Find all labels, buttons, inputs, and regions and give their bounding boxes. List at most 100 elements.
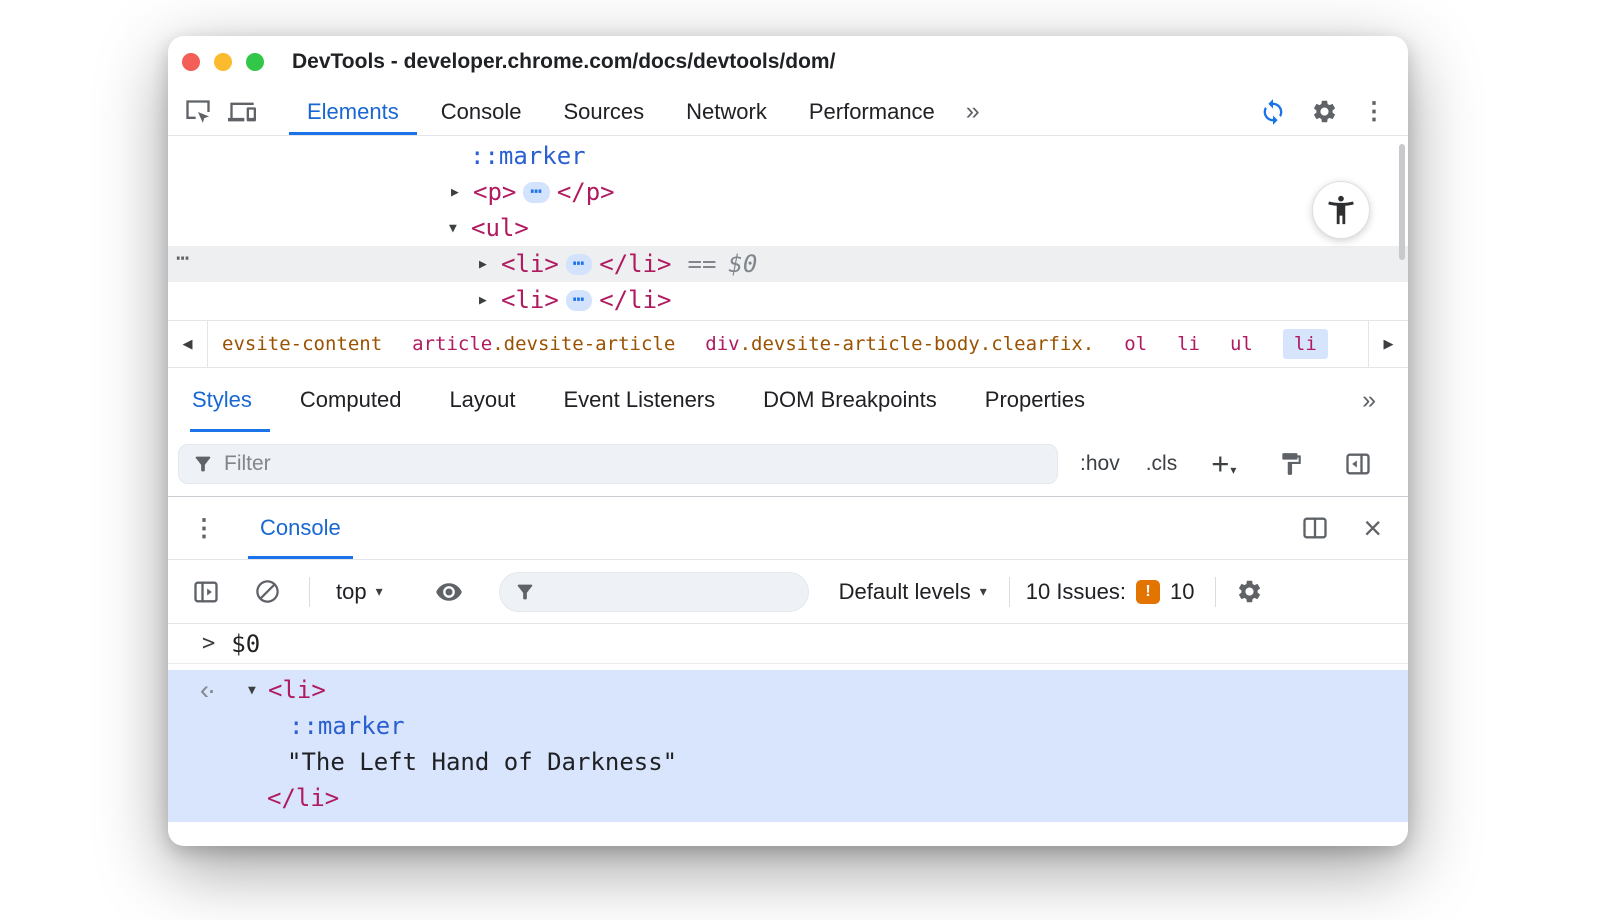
- toolbar-divider: [1008, 576, 1010, 607]
- inline-expand-button[interactable]: ⋯: [565, 288, 593, 311]
- drawer-menu-button[interactable]: ⋮: [186, 514, 222, 543]
- accessibility-fab-button[interactable]: [1312, 181, 1370, 239]
- dom-node-li-selected[interactable]: ⋯ ▶ <li> ⋯ </li> == $0: [168, 246, 1408, 282]
- dom-node-ul[interactable]: ▼ <ul>: [168, 210, 1408, 246]
- tab-network[interactable]: Network: [665, 88, 788, 135]
- tab-label: Performance: [808, 98, 935, 124]
- crumb-element: div: [705, 333, 740, 355]
- twisty-collapsed-icon[interactable]: ▶: [479, 293, 501, 308]
- tab-sources[interactable]: Sources: [542, 88, 665, 135]
- arrow-left-icon: ◀: [182, 336, 193, 351]
- tab-label: Console: [260, 515, 341, 540]
- pseudo-element-label: ::marker: [289, 712, 405, 740]
- crumb-classes: .devsite-article: [492, 333, 676, 355]
- more-panels-button[interactable]: »: [956, 97, 990, 126]
- rendering-emulation-button[interactable]: [1270, 444, 1312, 484]
- tab-console[interactable]: Console: [420, 88, 543, 135]
- console-filter-input[interactable]: [545, 579, 794, 604]
- gear-icon: [1311, 98, 1338, 125]
- clear-console-button[interactable]: [246, 572, 289, 612]
- twisty-expanded-icon[interactable]: ▼: [449, 221, 471, 236]
- tag-close: </li>: [599, 286, 672, 314]
- breadcrumb-scroll-right-button[interactable]: ▶: [1368, 321, 1408, 367]
- new-style-rule-button[interactable]: + ▾: [1211, 448, 1237, 479]
- crumb-element: article: [412, 333, 493, 355]
- log-levels-dropdown[interactable]: Default levels ▾: [839, 579, 987, 605]
- toggle-styles-sidebar-button[interactable]: [1336, 444, 1380, 484]
- console-history-entry[interactable]: > $0: [168, 624, 1408, 664]
- more-sidebar-tabs-button[interactable]: »: [1352, 386, 1386, 415]
- twisty-collapsed-icon[interactable]: ▶: [451, 185, 473, 200]
- create-live-expression-button[interactable]: [427, 572, 471, 612]
- breadcrumb-item[interactable]: evsite-content: [222, 333, 382, 355]
- tag-close: </p>: [556, 178, 615, 206]
- breadcrumb-scroll-left-button[interactable]: ◀: [168, 321, 208, 367]
- console-filter-field: [498, 571, 809, 612]
- tab-computed[interactable]: Computed: [276, 368, 426, 432]
- gear-icon: [1236, 578, 1263, 605]
- drawer-tab-console[interactable]: Console: [248, 497, 353, 559]
- split-panel-icon: [1301, 514, 1329, 542]
- tab-label: Properties: [984, 387, 1086, 412]
- console-settings-button[interactable]: [1228, 572, 1271, 612]
- tab-styles[interactable]: Styles: [190, 368, 276, 432]
- arrow-right-icon: ▶: [1383, 336, 1394, 351]
- console-result-selected[interactable]: ‹· ▼ <li> ::marker "The Left Hand of Dar…: [168, 670, 1408, 822]
- devtools-window: DevTools - developer.chrome.com/docs/dev…: [168, 36, 1408, 846]
- tab-label: Computed: [299, 387, 402, 412]
- elements-sidebar-tabs: Styles Computed Layout Event Listeners D…: [168, 368, 1408, 432]
- show-console-sidebar-button[interactable]: [184, 572, 228, 612]
- javascript-context-dropdown[interactable]: top ▾: [336, 579, 383, 605]
- tab-layout[interactable]: Layout: [425, 368, 539, 432]
- element-classes-button[interactable]: .cls: [1146, 452, 1178, 476]
- caret-down-icon: ▾: [375, 583, 383, 599]
- tab-elements[interactable]: Elements: [286, 88, 420, 135]
- devtools-main-toolbar: Elements Console Sources Network Perform…: [168, 88, 1408, 136]
- levels-label: Default levels: [838, 578, 971, 604]
- scrollbar-thumb[interactable]: [1399, 144, 1405, 260]
- main-menu-button[interactable]: ⋮: [1354, 92, 1394, 132]
- styles-filter-bar: :hov .cls + ▾: [168, 432, 1408, 496]
- dom-node-li[interactable]: ▶ <li> ⋯ </li>: [168, 282, 1408, 318]
- settings-button[interactable]: [1303, 92, 1346, 132]
- result-line: ‹· ▼ <li>: [168, 672, 1408, 708]
- sync-button[interactable]: [1251, 92, 1295, 132]
- breadcrumb-item[interactable]: article.devsite-article: [412, 333, 675, 355]
- twisty-expanded-icon[interactable]: ▼: [248, 683, 268, 698]
- tag-open: <p>: [473, 178, 517, 206]
- gutter-ellipsis-icon[interactable]: ⋯: [176, 246, 190, 271]
- minimize-window-button[interactable]: [214, 53, 232, 71]
- tab-properties[interactable]: Properties: [961, 368, 1109, 432]
- tab-event-listeners[interactable]: Event Listeners: [540, 368, 740, 432]
- tag-open: <li>: [501, 286, 559, 314]
- block-circle-icon: [254, 578, 281, 605]
- chevron-double-icon: »: [965, 97, 980, 125]
- inspect-element-button[interactable]: [176, 92, 220, 132]
- chevron-double-icon: »: [1362, 385, 1376, 414]
- split-panel-button[interactable]: [1293, 508, 1337, 548]
- breadcrumb-items: evsite-content article.devsite-article d…: [208, 321, 1342, 367]
- breadcrumb-item[interactable]: ul: [1230, 333, 1253, 355]
- zoom-window-button[interactable]: [246, 53, 264, 71]
- dom-node-p[interactable]: ▶ <p> ⋯ </p>: [168, 174, 1408, 210]
- breadcrumb-item-selected[interactable]: li: [1282, 329, 1328, 359]
- toggle-device-toolbar-button[interactable]: [220, 92, 264, 132]
- breadcrumb-item[interactable]: ol: [1124, 333, 1147, 355]
- caret-down-icon: ▾: [1230, 463, 1237, 477]
- dom-node-marker[interactable]: ::marker: [168, 138, 1408, 174]
- console-sidebar-icon: [192, 578, 220, 606]
- tab-dom-breakpoints[interactable]: DOM Breakpoints: [739, 368, 961, 432]
- breadcrumb-item[interactable]: li: [1177, 333, 1200, 355]
- breadcrumb-item[interactable]: div.devsite-article-body.clearfix.: [705, 333, 1094, 355]
- issues-counter[interactable]: 10 Issues: ! 10: [1026, 579, 1195, 605]
- close-window-button[interactable]: [182, 53, 200, 71]
- inline-expand-button[interactable]: ⋯: [565, 252, 593, 275]
- styles-filter-input[interactable]: [224, 452, 1044, 476]
- context-label: top: [336, 578, 367, 604]
- twisty-collapsed-icon[interactable]: ▶: [479, 257, 501, 272]
- close-drawer-button[interactable]: ×: [1355, 508, 1390, 548]
- tab-performance[interactable]: Performance: [788, 88, 956, 135]
- toggle-element-state-button[interactable]: :hov: [1080, 452, 1120, 476]
- inline-expand-button[interactable]: ⋯: [523, 180, 550, 203]
- issues-icon: !: [1136, 579, 1161, 604]
